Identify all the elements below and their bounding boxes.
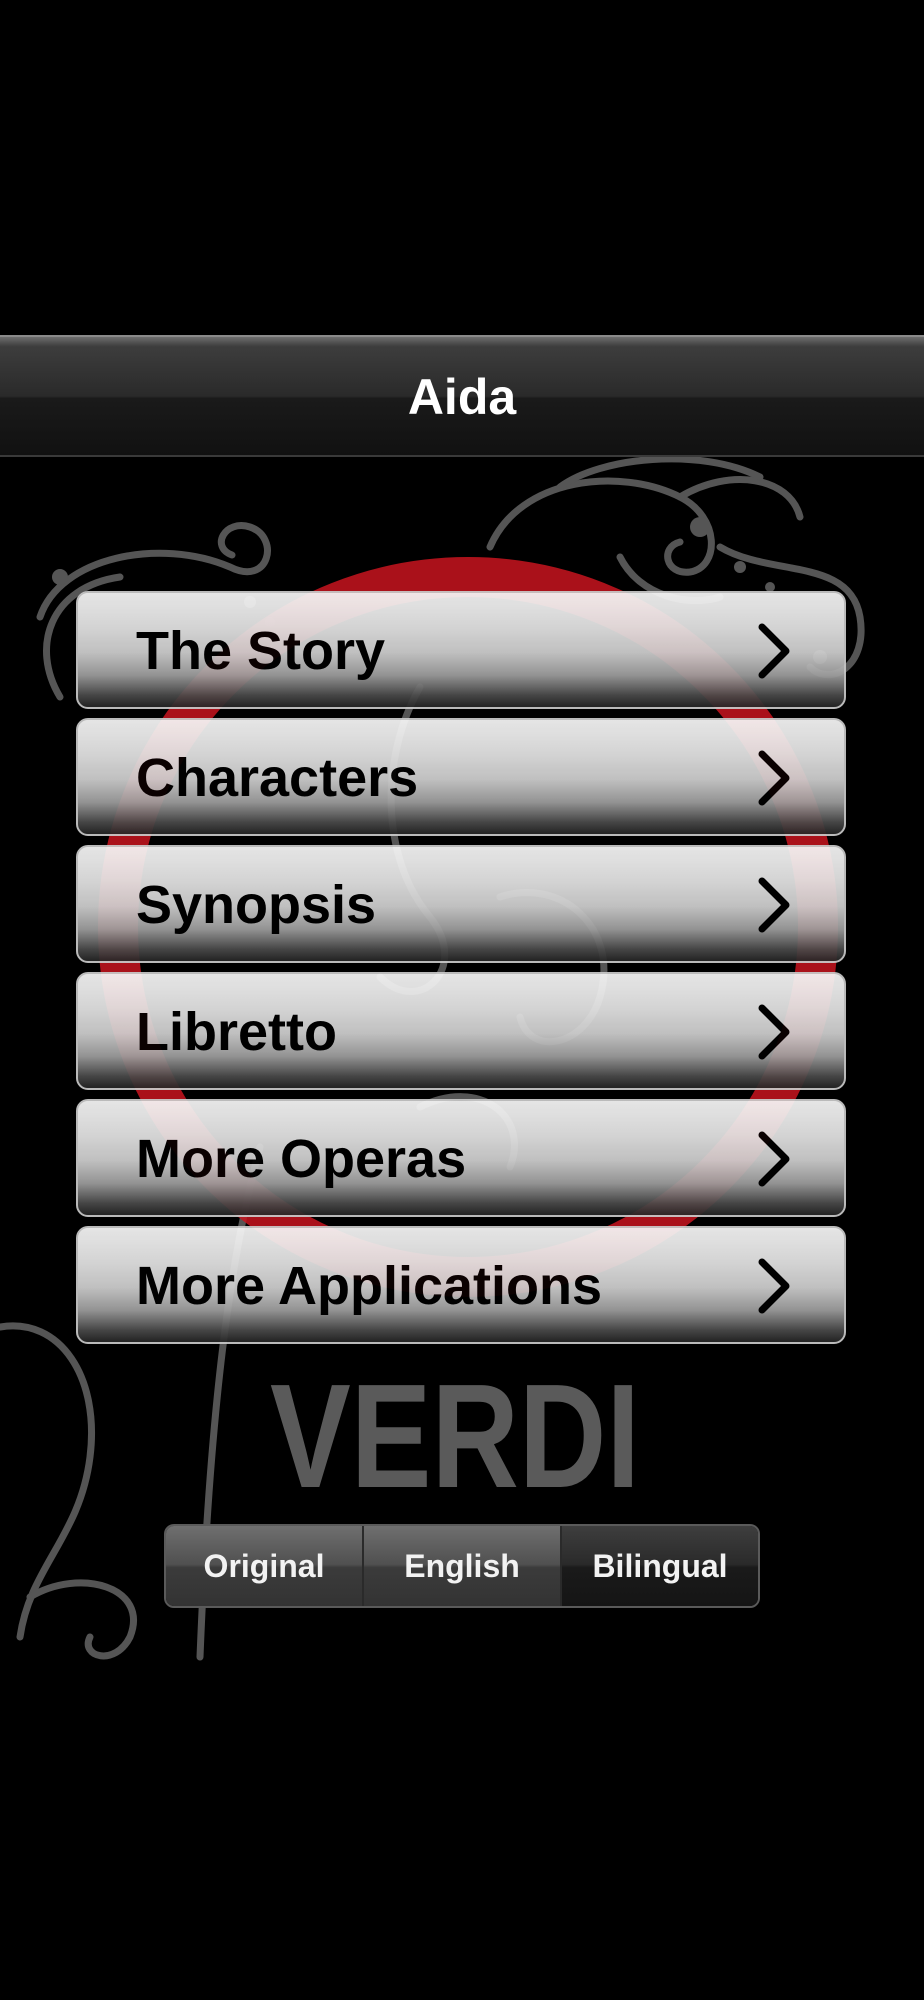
- menu-item-label: Libretto: [136, 1002, 337, 1062]
- navigation-bar: Aida: [0, 335, 924, 457]
- app-screen: Aida VERDI The Story Characters Synopsis…: [0, 0, 924, 2000]
- main-menu: The Story Characters Synopsis Libretto M…: [76, 591, 846, 1353]
- segment-english[interactable]: English: [364, 1526, 562, 1606]
- menu-item-label: More Applications: [136, 1256, 603, 1316]
- menu-item-synopsis[interactable]: Synopsis: [76, 845, 846, 963]
- segment-original[interactable]: Original: [166, 1526, 364, 1606]
- page-title: Aida: [407, 369, 517, 425]
- chevron-right-icon: [758, 1131, 790, 1187]
- chevron-right-icon: [758, 623, 790, 679]
- chevron-right-icon: [758, 1004, 790, 1060]
- menu-item-characters[interactable]: Characters: [76, 718, 846, 836]
- menu-item-the-story[interactable]: The Story: [76, 591, 846, 709]
- chevron-right-icon: [758, 1258, 790, 1314]
- chevron-right-icon: [758, 877, 790, 933]
- segment-bilingual[interactable]: Bilingual: [562, 1526, 758, 1606]
- menu-item-label: More Operas: [136, 1129, 467, 1189]
- chevron-right-icon: [758, 750, 790, 806]
- menu-item-label: Characters: [136, 748, 419, 808]
- menu-item-more-operas[interactable]: More Operas: [76, 1099, 846, 1217]
- menu-item-label: Synopsis: [136, 875, 377, 935]
- menu-item-label: The Story: [136, 621, 386, 681]
- menu-item-libretto[interactable]: Libretto: [76, 972, 846, 1090]
- main-content: VERDI The Story Characters Synopsis Libr…: [0, 457, 924, 1667]
- language-segmented-control: Original English Bilingual: [164, 1524, 760, 1608]
- menu-item-more-applications[interactable]: More Applications: [76, 1226, 846, 1344]
- verdi-wordmark: VERDI: [270, 1354, 640, 1519]
